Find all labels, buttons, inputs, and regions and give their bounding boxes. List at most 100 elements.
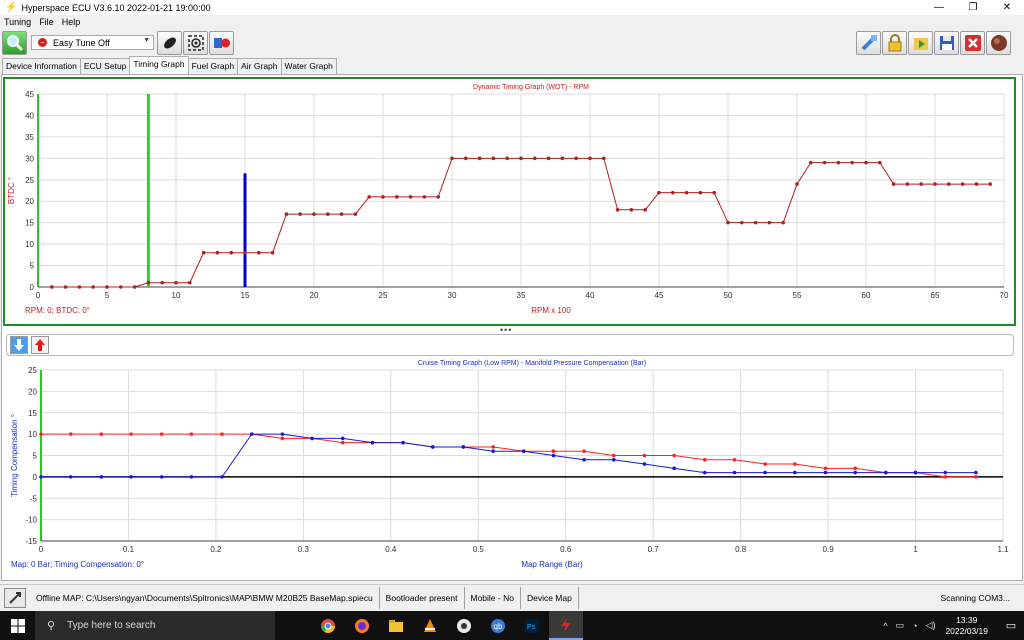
- battery-icon[interactable]: ▭: [896, 620, 905, 631]
- svg-text:qb: qb: [494, 622, 503, 631]
- data-point: [68, 475, 73, 479]
- search-ecu-button[interactable]: [2, 31, 27, 55]
- notification-icon[interactable]: ▭: [998, 619, 1024, 632]
- chart-title: Cruise Timing Graph (Low RPM) - Manifold…: [418, 360, 646, 367]
- x-tick-label: 40: [586, 291, 595, 300]
- tab-water-graph[interactable]: Water Graph: [280, 58, 337, 74]
- data-point: [947, 182, 951, 186]
- move-down-button[interactable]: [10, 336, 28, 354]
- close-map-button[interactable]: [960, 31, 985, 55]
- chrome-icon[interactable]: [311, 611, 345, 640]
- data-point: [39, 432, 43, 436]
- menu-tuning[interactable]: Tuning: [0, 15, 35, 29]
- photoshop-icon[interactable]: Ps: [515, 611, 549, 640]
- x-tick-label: 50: [724, 291, 733, 300]
- maximize-button[interactable]: ❐: [956, 0, 990, 15]
- minimize-button[interactable]: —: [922, 0, 956, 15]
- data-point: [974, 475, 978, 479]
- data-point: [129, 475, 133, 479]
- data-point: [326, 212, 330, 216]
- taskbar-search[interactable]: ⚲ Type here to search: [35, 611, 275, 640]
- y-tick-label: 45: [25, 90, 34, 99]
- data-point: [702, 470, 707, 475]
- cursor-readout: RPM: 0; BTDC: 0°: [25, 306, 90, 315]
- y-tick-label: 0: [30, 283, 35, 292]
- x-tick-label: 60: [862, 291, 871, 300]
- tab-fuel-graph[interactable]: Fuel Graph: [187, 58, 239, 74]
- move-up-button[interactable]: [31, 336, 49, 354]
- vlc-icon[interactable]: [413, 611, 447, 640]
- close-button[interactable]: ✕: [990, 0, 1024, 15]
- data-point: [229, 250, 233, 255]
- data-point: [381, 195, 385, 199]
- y-tick-label: 20: [25, 197, 34, 206]
- data-point: [974, 470, 978, 475]
- chart-title: Dynamic Timing Graph (WOT) - RPM: [473, 84, 589, 91]
- data-point: [505, 156, 510, 161]
- arrow-down-icon: [14, 339, 24, 351]
- clock[interactable]: 13:39 2022/03/19: [945, 615, 988, 637]
- data-point: [160, 280, 164, 285]
- data-point: [63, 285, 68, 289]
- cruise-timing-chart[interactable]: 0 0.1 0.2 0.3 0.4 0.5 0.6 0.7 0.8 0.9 1 1.1 -15 -10 -5…: [3, 358, 1016, 579]
- tab-device-information[interactable]: Device Information: [2, 58, 81, 74]
- data-point: [823, 470, 828, 475]
- chevron-up-icon[interactable]: ^: [883, 621, 887, 631]
- x-tick-label: 0.5: [473, 545, 485, 554]
- x-tick-label: 0.1: [123, 545, 135, 554]
- data-point: [395, 195, 399, 199]
- map-status-icon: [4, 588, 26, 608]
- data-point: [943, 475, 948, 479]
- lock-button[interactable]: [882, 31, 907, 55]
- power-icon: [990, 35, 1007, 51]
- svg-text:Ps: Ps: [527, 624, 536, 631]
- start-button[interactable]: [0, 611, 35, 640]
- sensor-button[interactable]: [157, 31, 182, 55]
- menu-file[interactable]: File: [35, 15, 58, 29]
- data-point: [132, 285, 137, 289]
- power-button[interactable]: [986, 31, 1011, 55]
- clock-date: 2022/03/19: [945, 625, 988, 636]
- cursor-readout: Map: 0 Bar; Timing Compensation: 0°: [11, 560, 144, 569]
- tab-timing-graph[interactable]: Timing Graph: [129, 56, 189, 74]
- hyperspace-ecu-icon[interactable]: [549, 611, 583, 640]
- volume-icon[interactable]: ◁): [926, 620, 936, 631]
- data-point: [850, 160, 854, 165]
- x-tick-label: 0.9: [823, 545, 835, 554]
- x-tick-label: 0: [36, 291, 41, 300]
- data-point: [105, 285, 109, 289]
- firefox-icon[interactable]: [345, 611, 379, 640]
- x-tick-label: 1: [913, 545, 918, 554]
- data-point: [519, 156, 523, 161]
- data-point: [629, 208, 634, 212]
- data-point: [491, 445, 495, 449]
- screenshot-button[interactable]: [183, 31, 208, 55]
- data-point: [370, 440, 375, 445]
- save-button[interactable]: [934, 31, 959, 55]
- tab-ecu-setup[interactable]: ECU Setup: [79, 58, 131, 74]
- status-scanning: Scanning COM3...: [940, 593, 1010, 603]
- menu-bar: Tuning File Help: [0, 15, 1024, 29]
- data-point: [732, 457, 737, 462]
- open-map-button[interactable]: [908, 31, 933, 55]
- x-tick-label: 0.8: [735, 545, 747, 554]
- tab-air-graph[interactable]: Air Graph: [237, 58, 282, 74]
- y-tick-label: 20: [28, 387, 37, 396]
- data-point: [174, 280, 178, 285]
- qbittorrent-icon[interactable]: qb: [481, 611, 515, 640]
- record-button[interactable]: [209, 31, 234, 55]
- file-explorer-icon[interactable]: [379, 611, 413, 640]
- dynamic-timing-chart[interactable]: 0 5 10 15 20 25 30 35 40 45 50 55 60 65 70 0 5 10 15 20 25 30…: [5, 79, 1014, 324]
- windows-taskbar: ⚲ Type here to search qb Ps ^ ▭ ◔ ◁) 13:…: [0, 611, 1024, 640]
- wifi-icon[interactable]: ◔: [912, 621, 917, 631]
- y-tick-label: 5: [30, 262, 35, 271]
- data-point: [612, 453, 616, 458]
- easy-tune-select[interactable]: – Easy Tune Off ▼: [31, 35, 154, 50]
- menu-help[interactable]: Help: [58, 15, 85, 29]
- x-tick-label: 0.4: [385, 545, 397, 554]
- data-point: [50, 285, 54, 289]
- connect-button[interactable]: [856, 31, 881, 55]
- data-point: [298, 212, 303, 216]
- obs-icon[interactable]: [447, 611, 481, 640]
- dynamic-timing-chart-frame: 0 5 10 15 20 25 30 35 40 45 50 55 60 65 70 0 5 10 15 20 25 30…: [3, 77, 1016, 326]
